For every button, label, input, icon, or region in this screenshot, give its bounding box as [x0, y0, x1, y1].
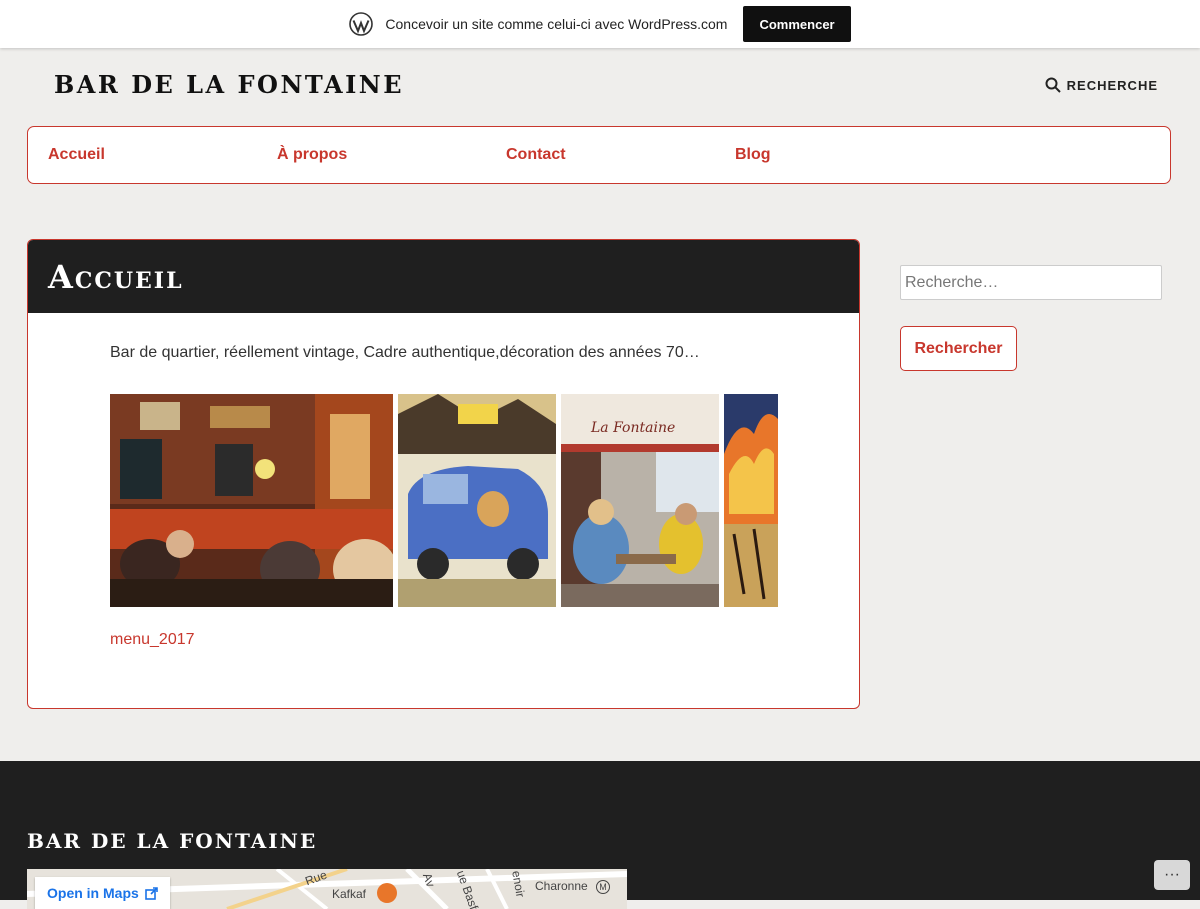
search-icon: [1045, 77, 1061, 93]
external-link-icon: [144, 886, 158, 900]
svg-text:La Fontaine: La Fontaine: [590, 420, 675, 436]
article: Accueil Bar de quartier, réellement vint…: [27, 239, 860, 709]
gallery-photo-fire-art[interactable]: [724, 394, 778, 607]
banner-text: Concevoir un site comme celui-ci avec Wo…: [385, 16, 728, 32]
nav-item-a-propos[interactable]: À propos: [277, 146, 347, 164]
gallery-photo-terrace[interactable]: La Fontaine: [561, 394, 719, 607]
restaurant-pin-icon[interactable]: [377, 883, 397, 903]
gallery-photo-comic-car[interactable]: [398, 394, 556, 607]
nav-item-accueil[interactable]: Accueil: [48, 146, 105, 164]
nav-item-contact[interactable]: Contact: [506, 146, 566, 164]
article-intro: Bar de quartier, réellement vintage, Cad…: [110, 344, 700, 361]
map-label-charonne: Charonne: [535, 879, 588, 893]
footer-site-title: BAR DE LA FONTAINE: [27, 829, 318, 853]
sidebar-search-button[interactable]: Rechercher: [900, 326, 1017, 371]
wordpress-logo-icon[interactable]: [349, 12, 374, 36]
embedded-map[interactable]: Open in Maps Rue Kafkaf Av ue Basf enoir…: [27, 869, 627, 909]
map-label: Kafkaf: [332, 887, 367, 901]
open-in-maps-button[interactable]: Open in Maps: [35, 877, 170, 909]
site-title[interactable]: BAR DE LA FONTAINE: [54, 70, 404, 99]
start-button[interactable]: Commencer: [743, 6, 851, 42]
article-header: Accueil: [28, 240, 859, 313]
header-search-link[interactable]: RECHERCHE: [1045, 77, 1158, 93]
metro-icon: M: [596, 880, 610, 894]
gallery-photo-bar-interior[interactable]: [110, 394, 393, 607]
wordpress-banner: Concevoir un site comme celui-ci avec Wo…: [0, 0, 1200, 48]
menu-link[interactable]: menu_2017: [110, 631, 195, 649]
photo-gallery: La Fontaine: [110, 394, 778, 607]
nav-item-blog[interactable]: Blog: [735, 146, 771, 164]
footer: BAR DE LA FONTAINE Open in Maps Rue Kafk…: [0, 761, 1200, 909]
search-link-label: RECHERCHE: [1066, 77, 1158, 93]
more-options-button[interactable]: ···: [1154, 860, 1190, 890]
page-title: Accueil: [48, 258, 184, 296]
sidebar-search-input[interactable]: [900, 265, 1162, 300]
main-nav: Accueil À propos Contact Blog: [27, 126, 1171, 184]
open-in-maps-label: Open in Maps: [47, 885, 139, 901]
